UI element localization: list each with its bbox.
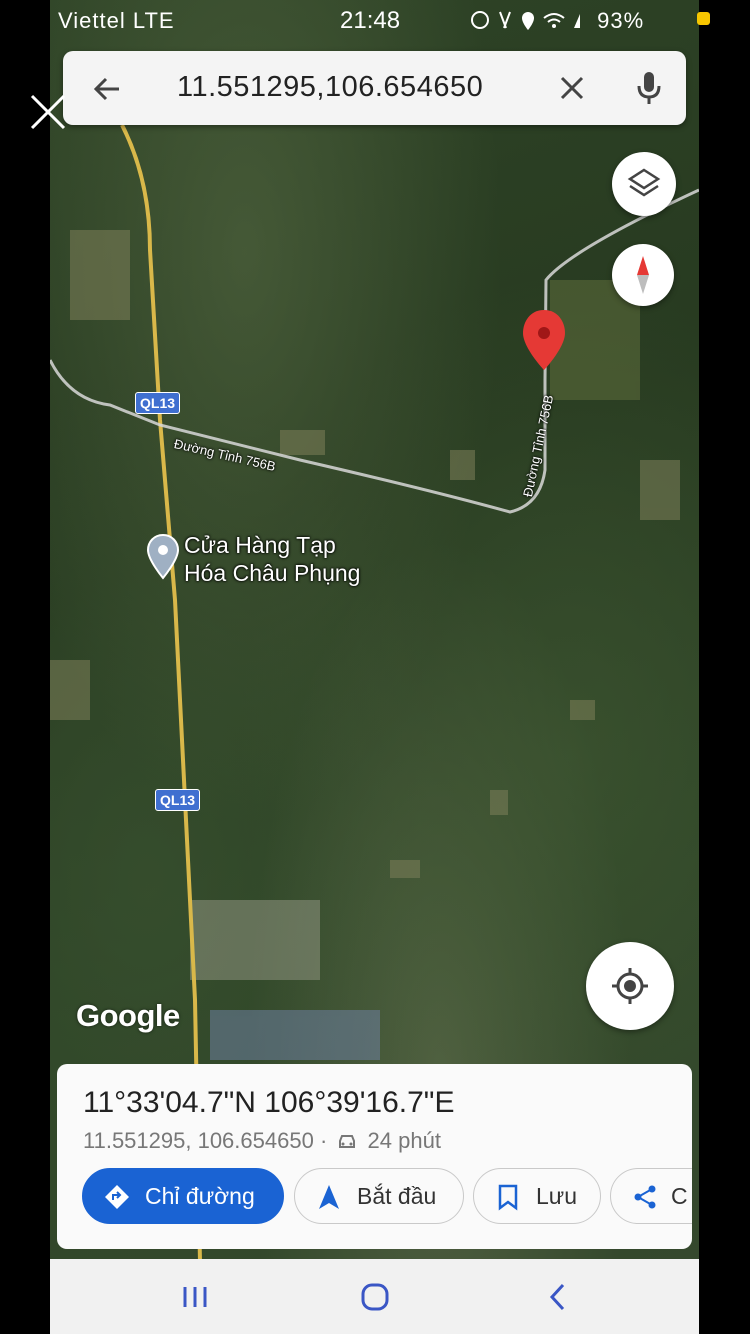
car-icon bbox=[339, 1135, 356, 1148]
poi-label[interactable]: Cửa Hàng Tạp Hóa Châu Phụng bbox=[184, 531, 360, 587]
directions-label: Chỉ đường bbox=[145, 1183, 255, 1209]
clock: 21:48 bbox=[340, 7, 401, 34]
share-button[interactable]: C bbox=[610, 1168, 692, 1224]
back-arrow-icon[interactable] bbox=[91, 73, 123, 105]
signal-icons bbox=[471, 11, 580, 30]
save-label: Lưu bbox=[536, 1183, 577, 1209]
start-label: Bắt đầu bbox=[357, 1183, 437, 1209]
layers-button[interactable] bbox=[612, 152, 676, 216]
navigation-arrow-icon bbox=[319, 1185, 339, 1209]
back-icon[interactable] bbox=[538, 1279, 578, 1315]
directions-button[interactable]: Chỉ đường bbox=[82, 1168, 284, 1224]
microphone-icon[interactable] bbox=[635, 70, 663, 106]
coordinates-decimal: 11.551295, 106.654650 bbox=[83, 1128, 314, 1153]
search-query[interactable]: 11.551295,106.654650 bbox=[177, 71, 483, 104]
app-screen: QL13 QL13 Đường Tỉnh 756B Đường Tỉnh 756… bbox=[50, 0, 699, 1334]
bookmark-icon bbox=[498, 1184, 518, 1211]
close-icon[interactable] bbox=[28, 92, 68, 132]
compass-button[interactable] bbox=[612, 244, 674, 306]
poi-name-line1: Cửa Hàng Tạp bbox=[184, 532, 336, 558]
share-icon bbox=[634, 1185, 656, 1209]
directions-icon bbox=[105, 1185, 129, 1209]
recent-apps-icon[interactable] bbox=[175, 1279, 215, 1315]
home-icon[interactable] bbox=[355, 1279, 395, 1315]
my-location-button[interactable] bbox=[586, 942, 674, 1030]
status-icons: 93% bbox=[470, 8, 644, 34]
coordinates-dms: 11°33'04.7"N 106°39'16.7"E bbox=[83, 1086, 455, 1119]
carrier-label: Viettel LTE bbox=[58, 8, 175, 33]
layers-icon bbox=[627, 168, 661, 197]
battery-percent: 93% bbox=[597, 8, 645, 33]
field-patches bbox=[50, 230, 680, 1060]
status-bar: Viettel LTE 21:48 93% bbox=[0, 0, 750, 40]
google-attribution: Google bbox=[76, 998, 180, 1033]
route-shield-ql13-south: QL13 bbox=[155, 789, 201, 811]
start-navigation-button[interactable]: Bắt đầu bbox=[294, 1168, 464, 1224]
my-location-icon bbox=[612, 968, 648, 1004]
place-card[interactable]: 11°33'04.7"N 106°39'16.7"E 11.551295, 10… bbox=[57, 1064, 692, 1249]
compass-icon bbox=[637, 256, 649, 294]
route-shield-ql13: QL13 bbox=[135, 392, 181, 414]
drive-time: 24 phút bbox=[367, 1128, 441, 1153]
share-label: C bbox=[671, 1183, 688, 1209]
recording-indicator-icon bbox=[697, 12, 710, 25]
poi-name-line2: Hóa Châu Phụng bbox=[184, 560, 361, 586]
search-bar[interactable]: 11.551295,106.654650 bbox=[63, 51, 686, 125]
clear-icon[interactable] bbox=[558, 74, 586, 102]
separator-dot: · bbox=[319, 1128, 328, 1153]
save-button[interactable]: Lưu bbox=[473, 1168, 601, 1224]
system-nav-bar bbox=[50, 1259, 699, 1334]
coordinates-subtitle: 11.551295, 106.654650 · 24 phút bbox=[83, 1128, 441, 1154]
